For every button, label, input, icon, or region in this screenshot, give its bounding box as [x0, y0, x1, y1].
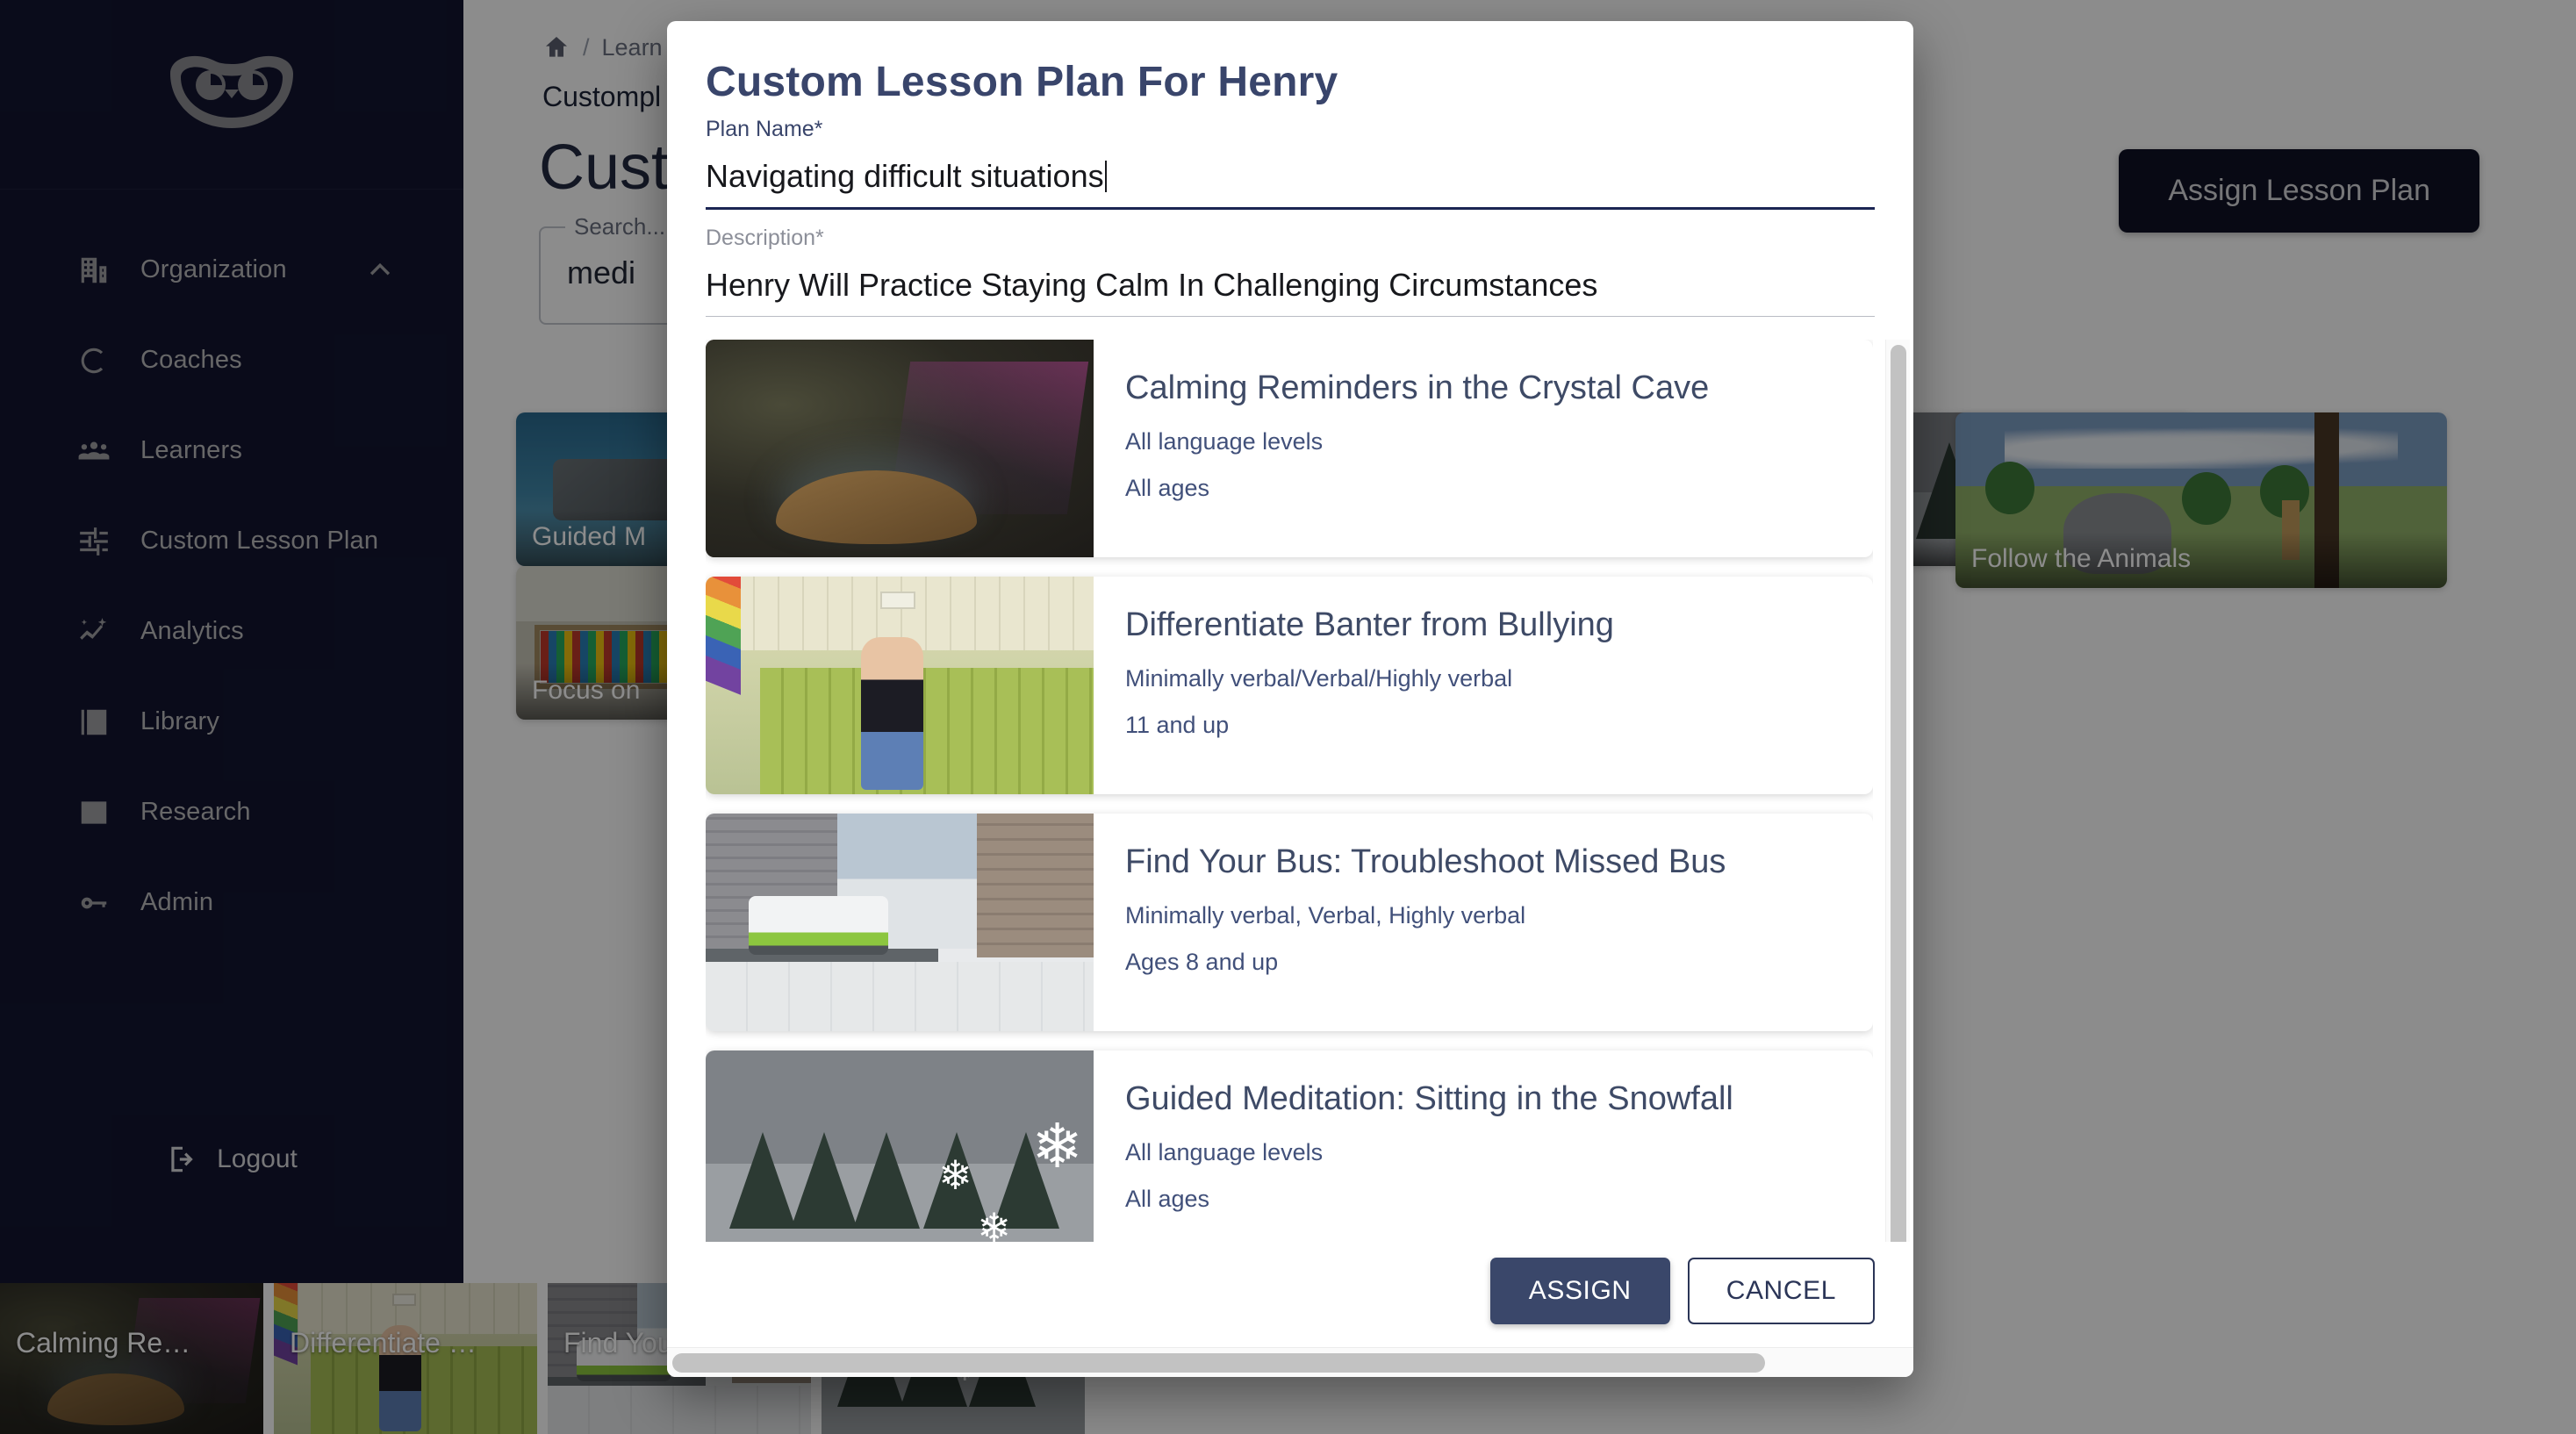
custom-lesson-plan-modal: Custom Lesson Plan For Henry Plan Name* …	[667, 21, 1913, 1377]
plan-name-value: Navigating difficult situations	[706, 158, 1104, 194]
lesson-card[interactable]: Differentiate Banter from Bullying Minim…	[706, 577, 1873, 794]
lesson-language-level: Minimally verbal, Verbal, Highly verbal	[1125, 902, 1526, 929]
app-root: Organization Coaches Learners Custom Les…	[0, 0, 2576, 1434]
plan-name-label: Plan Name*	[706, 117, 823, 141]
lesson-card[interactable]: Find Your Bus: Troubleshoot Missed Bus M…	[706, 814, 1873, 1031]
text-caret	[1104, 161, 1107, 192]
lesson-title: Calming Reminders in the Crystal Cave	[1125, 369, 1710, 406]
lesson-language-level: Minimally verbal/Verbal/Highly verbal	[1125, 665, 1513, 692]
description-label: Description*	[706, 226, 824, 250]
lesson-list: Calming Reminders in the Crystal Cave Al…	[706, 340, 1873, 1242]
lesson-list-scroll-area: Calming Reminders in the Crystal Cave Al…	[667, 340, 1913, 1242]
lesson-title: Find Your Bus: Troubleshoot Missed Bus	[1125, 843, 1726, 880]
cancel-button[interactable]: CANCEL	[1687, 1258, 1875, 1324]
lesson-thumbnail: ❄ ❄ ❄	[706, 1050, 1094, 1242]
lesson-thumbnail	[706, 577, 1094, 794]
lesson-thumbnail	[706, 814, 1094, 1031]
lesson-age-range: 11 and up	[1125, 712, 1230, 738]
modal-horizontal-scrollbar[interactable]	[667, 1347, 1913, 1377]
modal-title: Custom Lesson Plan For Henry	[706, 59, 1338, 105]
lesson-details: Find Your Bus: Troubleshoot Missed Bus M…	[1094, 814, 1726, 1031]
description-field: Description* Henry Will Practice Staying…	[667, 210, 1913, 317]
plan-name-input[interactable]: Navigating difficult situations	[706, 151, 1875, 207]
plan-name-field: Plan Name* Navigating difficult situatio…	[667, 117, 1913, 210]
lesson-card[interactable]: Calming Reminders in the Crystal Cave Al…	[706, 340, 1873, 557]
modal-action-bar: ASSIGN CANCEL	[667, 1242, 1913, 1347]
lesson-age-range: All ages	[1125, 475, 1210, 501]
assign-button[interactable]: ASSIGN	[1489, 1258, 1670, 1324]
lesson-thumbnail	[706, 340, 1094, 557]
lesson-age-range: Ages 8 and up	[1125, 949, 1279, 975]
lesson-title: Guided Meditation: Sitting in the Snowfa…	[1125, 1080, 1733, 1117]
lesson-details: Guided Meditation: Sitting in the Snowfa…	[1094, 1050, 1733, 1242]
lesson-details: Calming Reminders in the Crystal Cave Al…	[1094, 340, 1709, 557]
lesson-title: Differentiate Banter from Bullying	[1125, 606, 1614, 643]
lesson-details: Differentiate Banter from Bullying Minim…	[1094, 577, 1614, 794]
scrollbar-thumb[interactable]	[672, 1353, 1765, 1373]
lesson-language-level: All language levels	[1125, 428, 1324, 455]
description-input[interactable]: Henry Will Practice Staying Calm In Chal…	[706, 260, 1875, 316]
lesson-language-level: All language levels	[1125, 1139, 1324, 1165]
description-underline	[706, 316, 1875, 317]
modal-vertical-scrollbar[interactable]	[1885, 340, 1910, 1242]
lesson-age-range: All ages	[1125, 1186, 1210, 1212]
lesson-card[interactable]: ❄ ❄ ❄ Guided Meditation: Sitting in the …	[706, 1050, 1873, 1242]
scrollbar-thumb[interactable]	[1891, 345, 1906, 1242]
